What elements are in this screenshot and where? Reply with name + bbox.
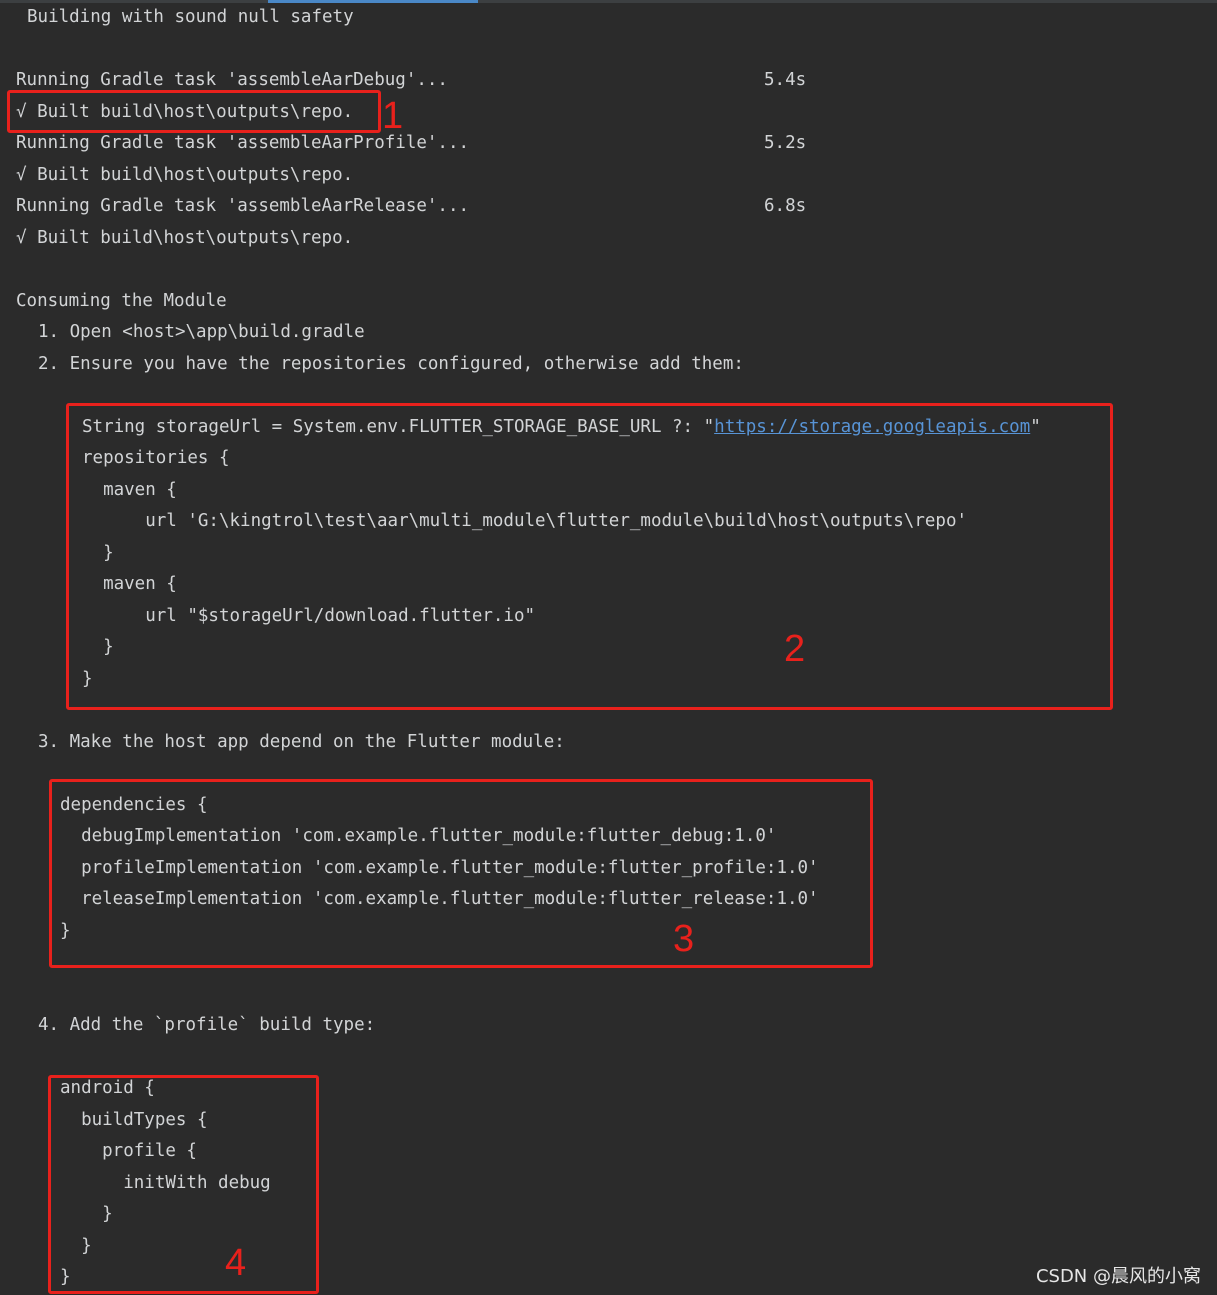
task-release-result: √ Built build\host\outputs\repo. bbox=[16, 228, 354, 248]
annotation-box-2 bbox=[66, 403, 1113, 710]
annotation-box-3 bbox=[49, 779, 873, 968]
step-1: 1. Open <host>\app\build.gradle bbox=[38, 322, 365, 342]
annotation-box-4 bbox=[48, 1075, 319, 1294]
step-4: 4. Add the `profile` build type: bbox=[38, 1015, 376, 1035]
task-release-label: Running Gradle task 'assembleAarRelease'… bbox=[16, 196, 470, 216]
tab-bar bbox=[0, 0, 1217, 3]
annotation-box-1 bbox=[7, 90, 381, 133]
annotation-marker-3: 3 bbox=[673, 918, 695, 960]
task-release-duration: 6.8s bbox=[764, 196, 807, 216]
task-debug-label: Running Gradle task 'assembleAarDebug'..… bbox=[16, 70, 448, 90]
annotation-marker-4: 4 bbox=[225, 1242, 247, 1284]
step-3: 3. Make the host app depend on the Flutt… bbox=[38, 732, 565, 752]
task-profile-result: √ Built build\host\outputs\repo. bbox=[16, 165, 354, 185]
consuming-title: Consuming the Module bbox=[16, 291, 227, 311]
annotation-marker-2: 2 bbox=[784, 628, 806, 670]
csdn-watermark: CSDN @晨风的小窝 bbox=[1035, 1266, 1201, 1287]
annotation-marker-1: 1 bbox=[382, 95, 404, 137]
step-2: 2. Ensure you have the repositories conf… bbox=[38, 354, 744, 374]
build-header: Building with sound null safety bbox=[27, 7, 354, 27]
task-debug-duration: 5.4s bbox=[764, 70, 807, 90]
active-tab-indicator[interactable] bbox=[268, 0, 478, 3]
task-profile-duration: 5.2s bbox=[764, 133, 807, 153]
